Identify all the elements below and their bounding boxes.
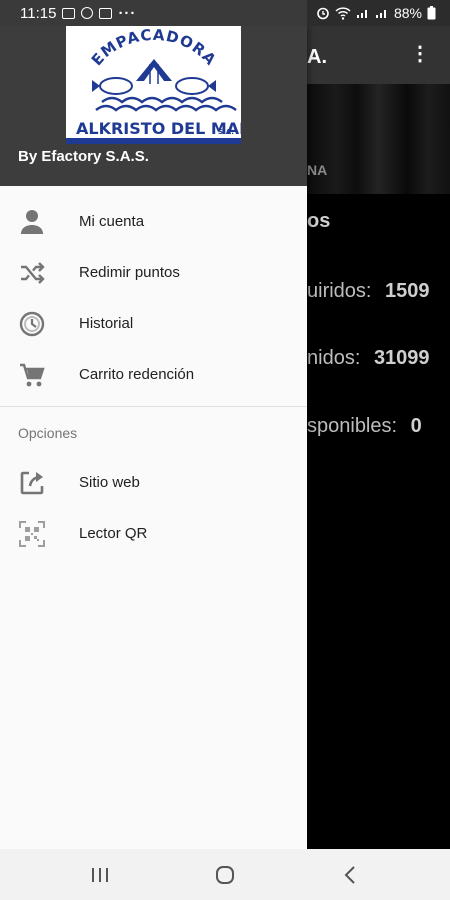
open-in-new-icon bbox=[20, 471, 44, 495]
battery-icon bbox=[427, 6, 436, 20]
background-row-label: uiridos: bbox=[307, 280, 372, 302]
background-row: sponibles: 0 bbox=[307, 415, 422, 438]
history-icon bbox=[19, 311, 45, 337]
mail-notification-icon bbox=[99, 7, 113, 19]
status-bar: 11:15 ··· 88% bbox=[0, 0, 450, 26]
status-bar-left: 11:15 ··· bbox=[0, 0, 307, 26]
messenger-notification-icon bbox=[81, 7, 94, 19]
background-row-label: sponibles: bbox=[307, 415, 398, 437]
alarm-icon bbox=[317, 7, 329, 20]
logo-suffix-text: S.A. bbox=[218, 128, 234, 136]
section-label-opciones: Opciones bbox=[18, 425, 78, 441]
home-icon bbox=[216, 866, 234, 884]
menu-item-carrito-redencion[interactable]: Carrito redención bbox=[0, 349, 307, 400]
signal-icon bbox=[356, 10, 367, 18]
image-notification-icon bbox=[62, 7, 76, 19]
background-heading: os bbox=[307, 210, 331, 232]
person-icon bbox=[21, 210, 43, 234]
background-row-label: nidos: bbox=[307, 347, 361, 369]
background-row: nidos: 31099 bbox=[307, 347, 430, 370]
status-bar-right: 88% bbox=[307, 0, 450, 26]
system-navigation-bar bbox=[0, 849, 450, 900]
back-button[interactable] bbox=[335, 862, 365, 888]
home-button[interactable] bbox=[210, 862, 240, 888]
menu-item-label: Sitio web bbox=[79, 474, 140, 491]
menu-spacer bbox=[0, 186, 307, 196]
background-title: A. bbox=[307, 46, 327, 68]
menu-item-label: Mi cuenta bbox=[79, 213, 145, 230]
menu-item-redimir-puntos[interactable]: Redimir puntos bbox=[0, 247, 307, 298]
menu-item-sitio-web[interactable]: Sitio web bbox=[0, 457, 307, 508]
signal-2-icon bbox=[375, 10, 386, 18]
menu-item-label: Lector QR bbox=[79, 525, 148, 542]
background-row: uiridos: 1509 bbox=[307, 280, 430, 303]
menu-item-label: Redimir puntos bbox=[79, 264, 180, 281]
logo-bottom-text: ALKRISTO DEL MAR bbox=[76, 119, 241, 138]
background-row-value: 0 bbox=[410, 415, 422, 437]
drawer-header: EMPACADORA ALKRISTO DEL MAR S.A. By Efac… bbox=[0, 26, 307, 186]
wifi-icon bbox=[335, 6, 351, 20]
menu-item-label: Carrito redención bbox=[79, 366, 195, 383]
logo-graphic: EMPACADORA ALKRISTO DEL MAR S.A. bbox=[66, 26, 241, 144]
background-app-bar: A. ⋮ bbox=[307, 26, 450, 84]
cart-icon bbox=[20, 363, 45, 387]
menu-item-label: Historial bbox=[79, 315, 134, 332]
menu-item-historial[interactable]: Historial bbox=[0, 298, 307, 349]
recent-apps-button[interactable] bbox=[85, 862, 115, 888]
menu-item-lector-qr[interactable]: Lector QR bbox=[0, 508, 307, 559]
menu-item-mi-cuenta[interactable]: Mi cuenta bbox=[0, 196, 307, 247]
more-notifications-icon: ··· bbox=[118, 4, 137, 22]
back-icon bbox=[344, 866, 355, 884]
battery-level: 88% bbox=[393, 5, 422, 21]
status-time: 11:15 bbox=[20, 4, 57, 22]
more-vert-icon[interactable]: ⋮ bbox=[410, 44, 430, 64]
screen: 11:15 ··· 88% A. ⋮ NA os uiridos: 1509 n… bbox=[0, 0, 450, 900]
shuffle-icon bbox=[21, 262, 45, 284]
drawer-subtitle: By Efactory S.A.S. bbox=[18, 148, 149, 165]
recent-apps-icon bbox=[92, 868, 108, 882]
brand-logo: EMPACADORA ALKRISTO DEL MAR S.A. bbox=[66, 26, 241, 144]
background-row-value: 31099 bbox=[373, 347, 430, 369]
background-banner-text: NA bbox=[307, 162, 328, 178]
background-banner: NA bbox=[307, 84, 450, 194]
background-row-value: 1509 bbox=[385, 280, 430, 302]
qr-scanner-icon bbox=[19, 521, 45, 547]
navigation-drawer: EMPACADORA ALKRISTO DEL MAR S.A. By Efac… bbox=[0, 26, 307, 849]
